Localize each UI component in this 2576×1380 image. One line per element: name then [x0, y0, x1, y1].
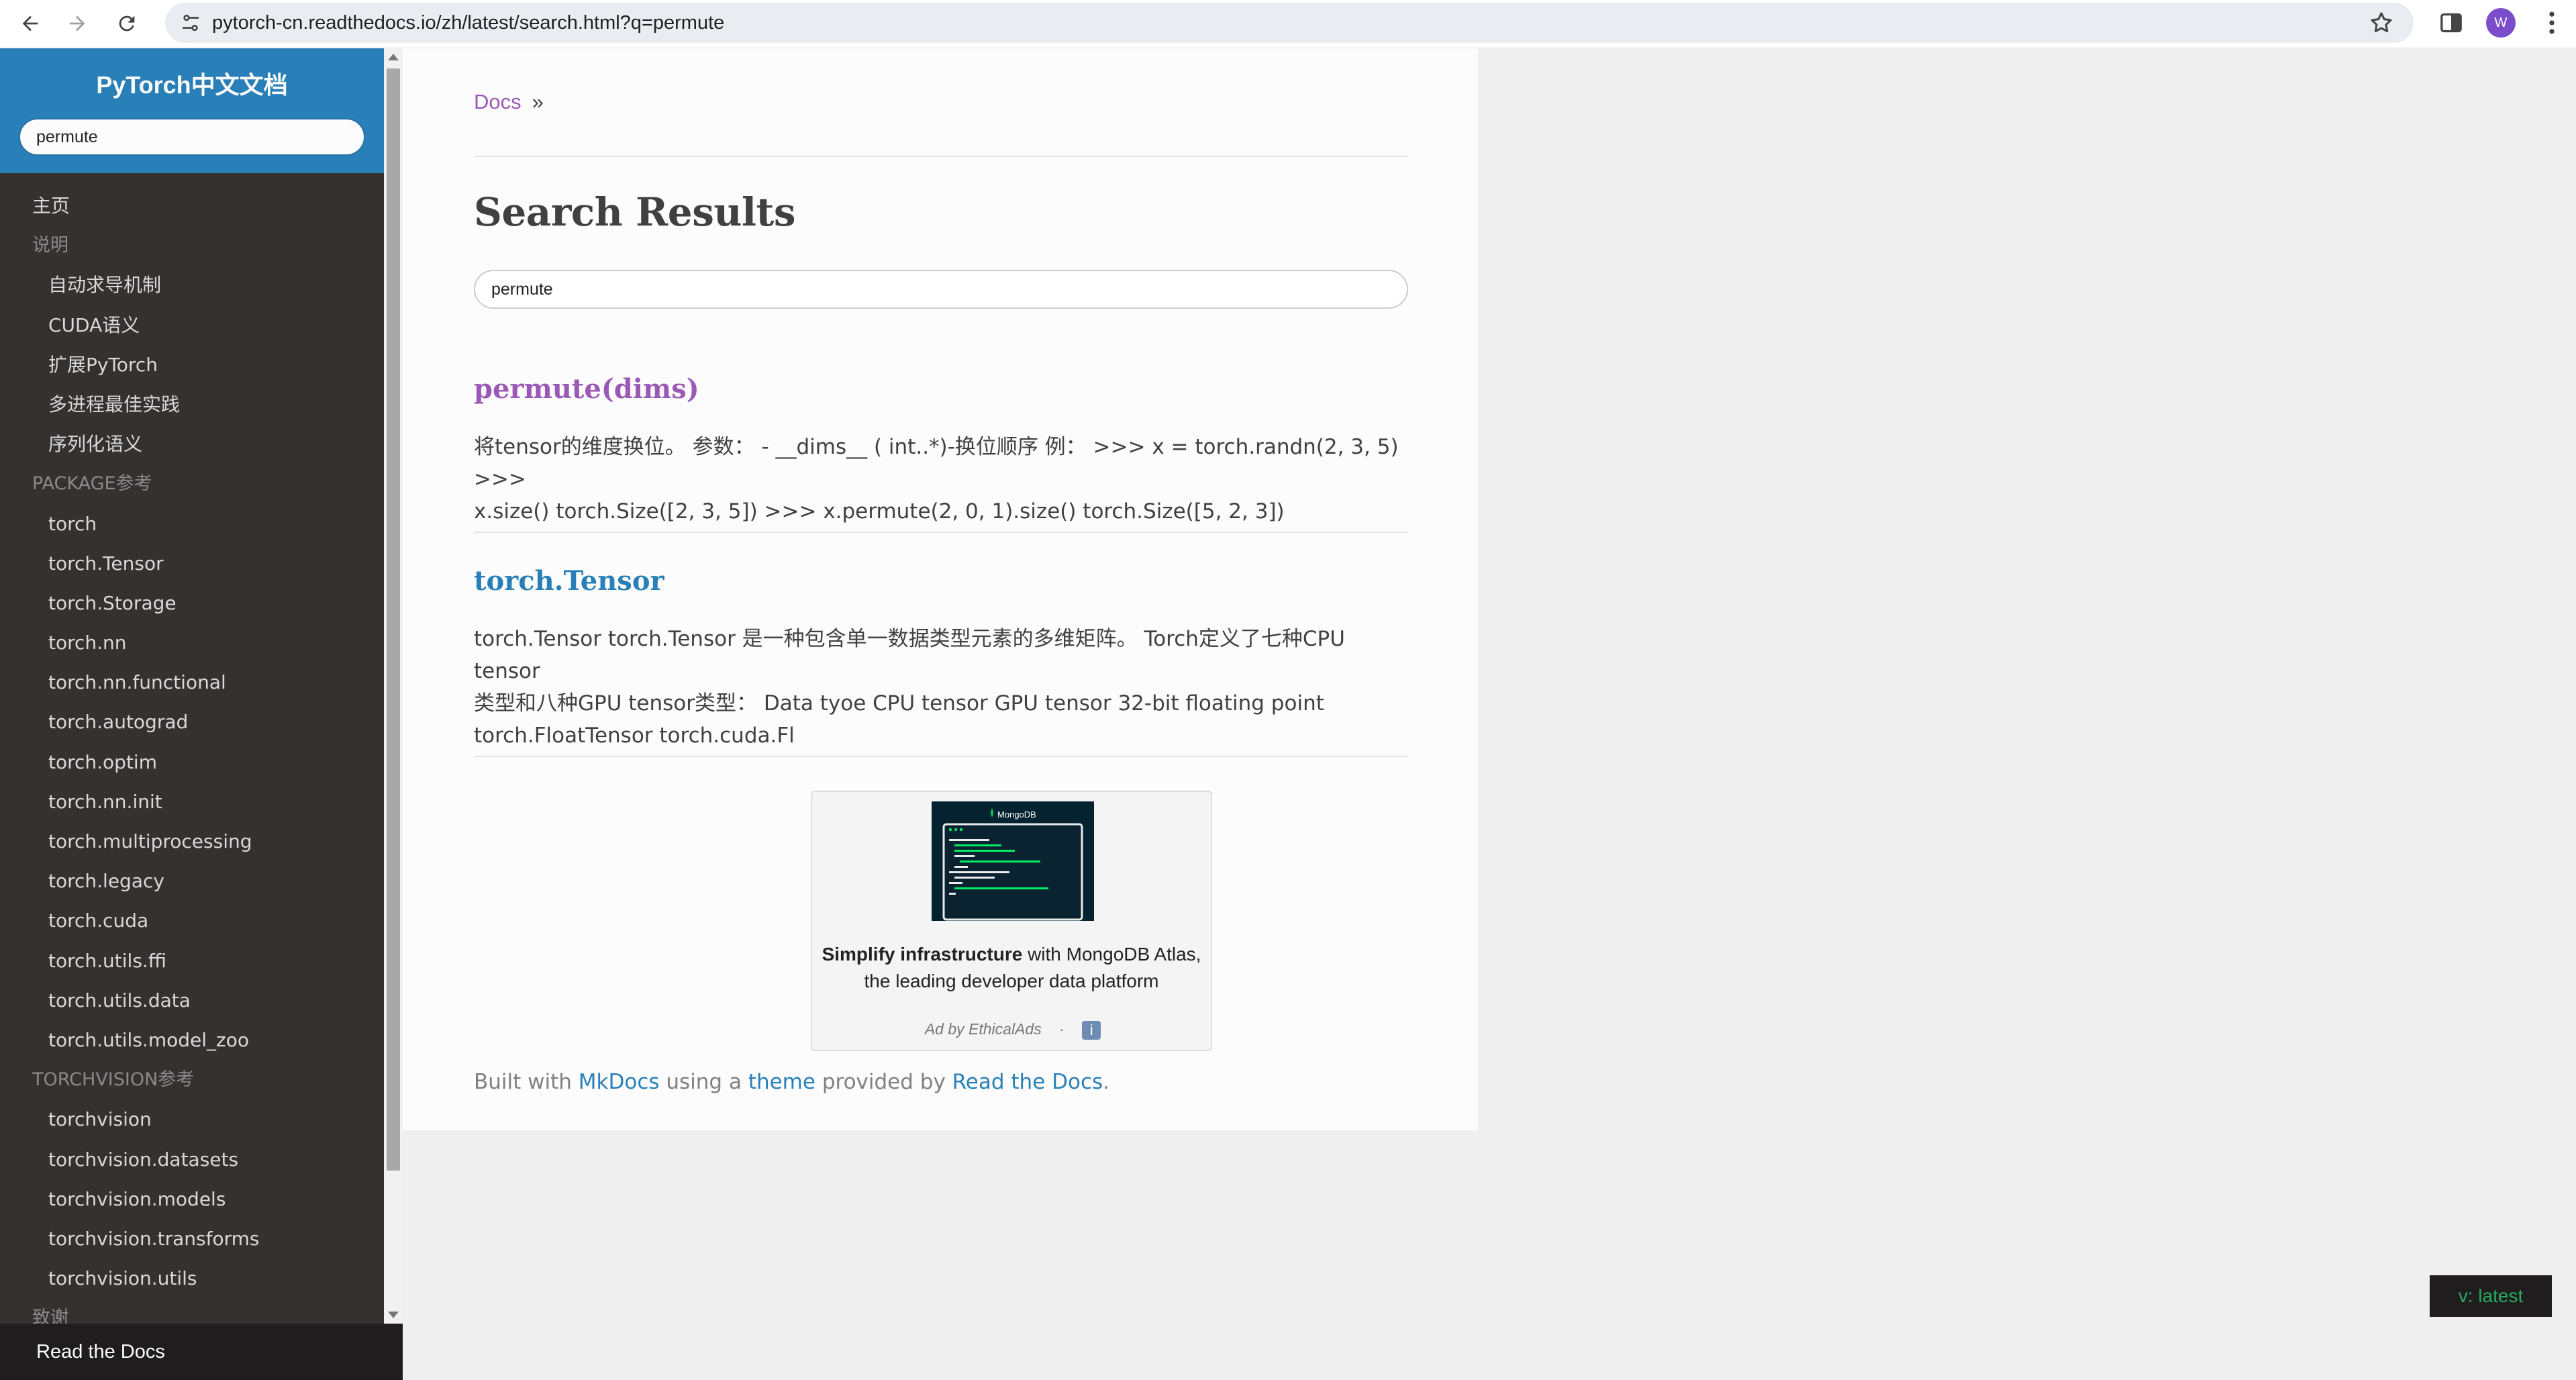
arrow-right-icon	[69, 15, 85, 32]
footer-provided: provided by	[815, 1070, 952, 1094]
result-snippet-line: torch.Tensor torch.Tensor 是一种包含单一数据类型元素的…	[474, 627, 1345, 683]
ad-bold-text[interactable]: Simplify infrastructure	[822, 944, 1023, 965]
sidebar-item-cuda[interactable]: CUDA语义	[0, 305, 384, 345]
result-snippet-line: 类型和八种GPU tensor类型： Data tyoe CPU tensor …	[474, 691, 1324, 716]
rtd-footer[interactable]: Read the Docs	[0, 1324, 403, 1380]
theme-link[interactable]: theme	[748, 1070, 815, 1094]
project-title[interactable]: PyTorch中文文档	[0, 66, 384, 101]
sidebar-caption-torchvision: TORCHVISION参考	[32, 1069, 195, 1091]
forward-button[interactable]	[59, 5, 95, 42]
ad-text[interactable]: Simplify infrastructure with MongoDB Atl…	[819, 941, 1204, 995]
reload-button[interactable]	[109, 5, 145, 42]
ad-text-line1[interactable]: with MongoDB Atlas,	[1022, 944, 1201, 965]
sidebar-item-torchvision[interactable]: torchvision	[0, 1099, 384, 1139]
ad-text-line2[interactable]: the leading developer data platform	[819, 968, 1204, 995]
sidebar-item-item-0[interactable]: 主页	[0, 186, 384, 226]
page-title: Search Results	[474, 189, 796, 235]
scroll-thumb[interactable]	[387, 68, 400, 1171]
sidebar-item-torch-utils-ffi[interactable]: torch.utils.ffi	[0, 941, 384, 981]
result-snippet-line: 将tensor的维度换位。 参数： - __dims__ ( int..*)-换…	[474, 435, 1399, 491]
result-title-link[interactable]: permute(dims)	[474, 373, 699, 405]
ad-attribution: Ad by EthicalAds · i	[812, 1020, 1213, 1040]
sidebar-item-item-5[interactable]: 多进程最佳实践	[0, 385, 384, 424]
sidebar-search-input[interactable]	[19, 118, 365, 156]
sidebar-item-torch-utils-model-zoo[interactable]: torch.utils.model_zoo	[0, 1020, 384, 1060]
reload-icon	[119, 15, 135, 32]
sidebar-caption-item-1: 说明	[32, 235, 68, 256]
sidebar-item-pytorch[interactable]: 扩展PyTorch	[0, 345, 384, 385]
arrow-left-icon	[22, 15, 38, 32]
sidebar-item-torch-utils-data[interactable]: torch.utils.data	[0, 981, 384, 1020]
code-editor-illustration: MongoDB	[932, 801, 1094, 921]
sidebar-header: PyTorch中文文档	[0, 48, 384, 173]
sidebar-caption-package: PACKAGE参考	[32, 473, 152, 495]
sidebar-item-torch-nn-functional[interactable]: torch.nn.functional	[0, 662, 384, 702]
sidebar-nav: 主页说明自动求导机制 CUDA语义 扩展PyTorch 多进程最佳实践 序列化语义 PAC…	[0, 186, 384, 1338]
sidebar-item-torch-multiprocessing[interactable]: torch.multiprocessing	[0, 822, 384, 861]
footer-built: Built with	[474, 1070, 579, 1094]
browser-toolbar: pytorch-cn.readthedocs.io/zh/latest/sear…	[0, 0, 2576, 48]
sidebar-item-torch-autograd[interactable]: torch.autograd	[0, 702, 384, 742]
ad-image-brand: MongoDB	[997, 809, 1036, 820]
sidebar-item-item-2[interactable]: 自动求导机制	[0, 265, 384, 305]
ad-dot: ·	[1059, 1020, 1064, 1038]
read-the-docs-link[interactable]: Read the Docs	[952, 1070, 1103, 1094]
result-snippet: 将tensor的维度换位。 参数： - __dims__ ( int..*)-换…	[474, 431, 1414, 528]
scroll-down-arrow-icon[interactable]	[388, 1312, 399, 1318]
breadcrumb-docs-link[interactable]: Docs	[474, 90, 522, 113]
info-icon[interactable]: i	[1082, 1020, 1101, 1040]
scroll-up-arrow-icon[interactable]	[388, 54, 399, 60]
version-badge[interactable]: v: latest	[2430, 1275, 2552, 1317]
breadcrumb: Docs »	[474, 90, 544, 114]
sidebar: PyTorch中文文档 主页说明自动求导机制CUDA语义扩展PyTorch多进程…	[0, 48, 403, 1380]
sidebar-item-torch-nn-init[interactable]: torch.nn.init	[0, 782, 384, 822]
sidebar-item-torch-storage[interactable]: torch.Storage	[0, 583, 384, 623]
main-content: Docs » Search Results permute(dims) 将tens…	[403, 48, 1478, 1130]
url-text[interactable]: pytorch-cn.readthedocs.io/zh/latest/sear…	[212, 3, 724, 43]
back-button[interactable]	[12, 5, 48, 42]
sidebar-item-torch-legacy[interactable]: torch.legacy	[0, 861, 384, 901]
footer-text: Built with MkDocs using a theme provided…	[474, 1070, 1109, 1094]
bookmark-star-icon[interactable]	[2368, 9, 2395, 36]
breadcrumb-separator: »	[532, 90, 544, 113]
result-snippet: torch.Tensor torch.Tensor 是一种包含单一数据类型元素的…	[474, 623, 1414, 752]
sidebar-item-torchvision-utils[interactable]: torchvision.utils	[0, 1259, 384, 1298]
footer-end: .	[1103, 1070, 1110, 1094]
sidebar-item-torch-nn[interactable]: torch.nn	[0, 623, 384, 662]
ad-image[interactable]: MongoDB	[932, 801, 1094, 921]
sidebar-item-torch[interactable]: torch	[0, 504, 384, 544]
footer-using: using a	[659, 1070, 748, 1094]
sidebar-item-torchvision-transforms[interactable]: torchvision.transforms	[0, 1219, 384, 1259]
mkdocs-link[interactable]: MkDocs	[579, 1070, 660, 1094]
sidebar-item-torch-optim[interactable]: torch.optim	[0, 742, 384, 782]
ad-by-label[interactable]: Ad by EthicalAds	[925, 1020, 1042, 1038]
sidebar-item-torch-tensor[interactable]: torch.Tensor	[0, 544, 384, 583]
result-snippet-line: torch.FloatTensor torch.cuda.Fl	[474, 724, 795, 748]
search-input[interactable]	[474, 270, 1408, 309]
sidebar-item-torchvision-datasets[interactable]: torchvision.datasets	[0, 1140, 384, 1179]
sidebar-scrollbar[interactable]	[384, 48, 403, 1324]
divider	[474, 532, 1408, 533]
ad-box[interactable]: MongoDB Simplify infrastructure with Mon…	[811, 791, 1212, 1051]
sidebar-item-torch-cuda[interactable]: torch.cuda	[0, 901, 384, 940]
divider	[474, 156, 1408, 157]
rtd-footer-label[interactable]: Read the Docs	[36, 1324, 165, 1380]
more-menu-icon[interactable]	[2537, 8, 2567, 38]
side-panel-icon[interactable]	[2438, 9, 2465, 36]
site-settings-icon[interactable]	[179, 11, 203, 35]
result-snippet-line: x.size() torch.Size([2, 3, 5]) >>> x.per…	[474, 499, 1285, 524]
address-bar[interactable]: pytorch-cn.readthedocs.io/zh/latest/sear…	[165, 3, 2414, 43]
sidebar-item-item-6[interactable]: 序列化语义	[0, 424, 384, 464]
sidebar-item-torchvision-models[interactable]: torchvision.models	[0, 1179, 384, 1219]
divider	[474, 756, 1408, 757]
result-title-link[interactable]: torch.Tensor	[474, 565, 664, 597]
profile-avatar[interactable]: W	[2486, 8, 2516, 38]
